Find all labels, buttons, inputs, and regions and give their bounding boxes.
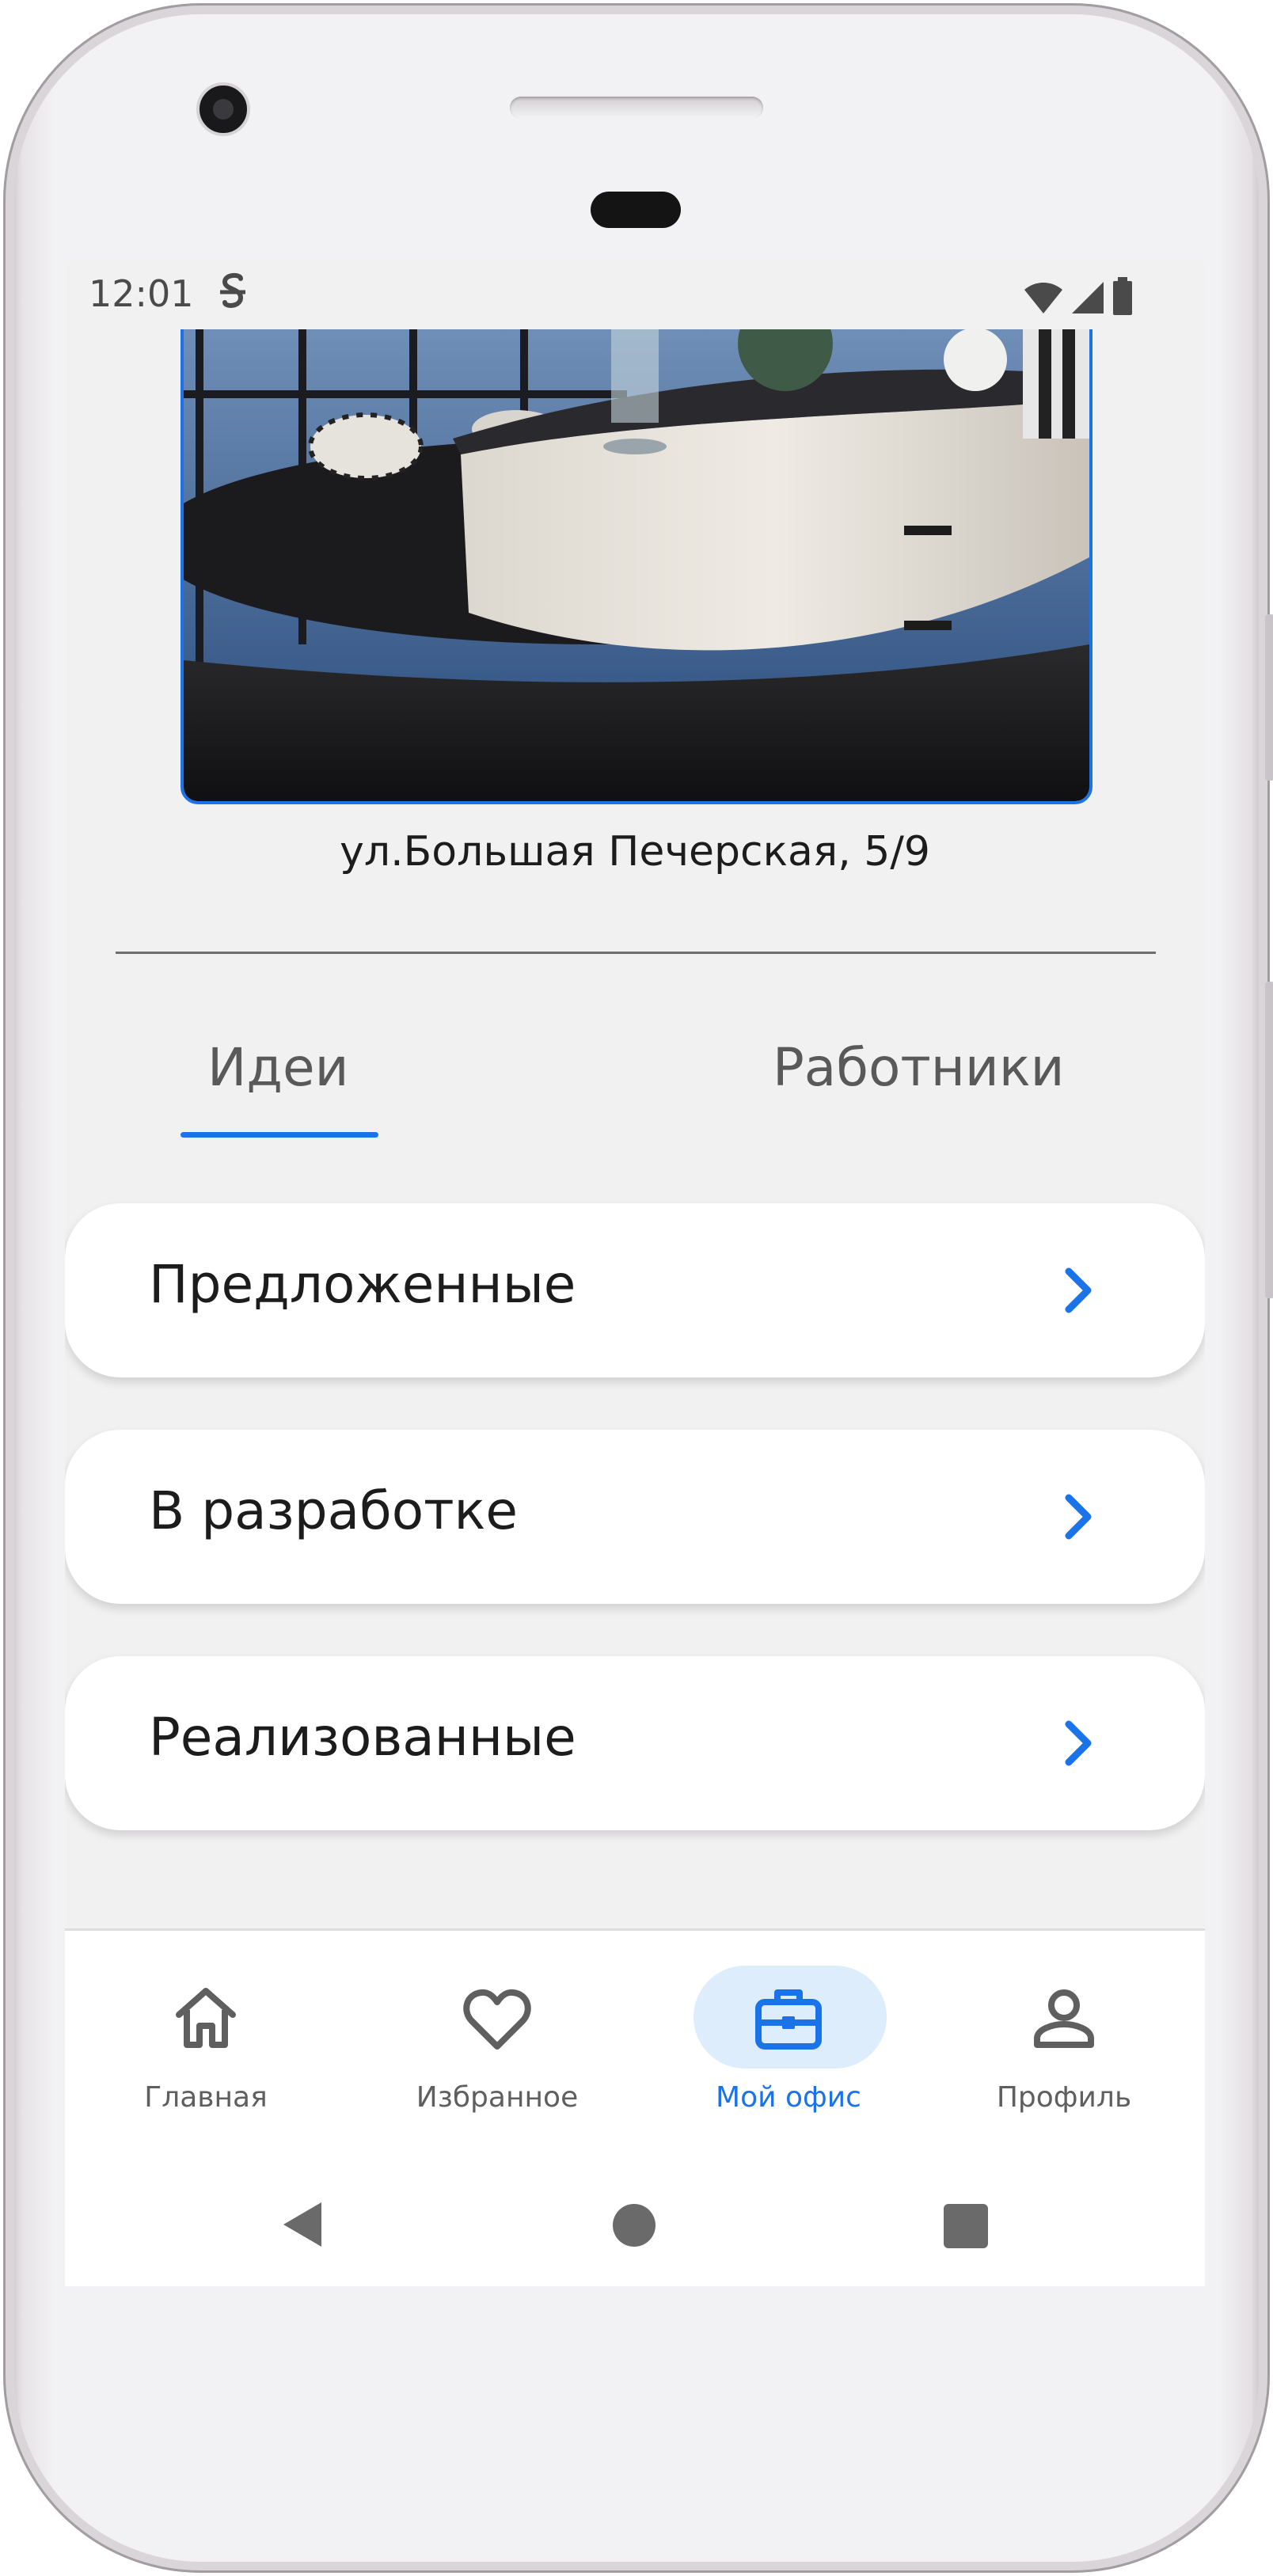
- idea-category-label: В разработке: [149, 1480, 519, 1541]
- nav-item-profile[interactable]: Профиль: [945, 1931, 1183, 2167]
- app-screen: 12:01 ул.Большая Печерская, 5/9 Идеи Раб…: [65, 261, 1205, 2286]
- briefcase-icon: [755, 1989, 822, 2050]
- battery-icon: [1113, 277, 1132, 315]
- office-photo: [180, 325, 1092, 804]
- chevron-right-icon: [1065, 1720, 1092, 1766]
- nav-label: Профиль: [996, 2081, 1132, 2114]
- chevron-right-icon: [1065, 1267, 1092, 1313]
- idea-category-label: Предложенные: [149, 1254, 576, 1315]
- status-time: 12:01: [89, 272, 194, 315]
- proximity-sensor: [591, 192, 681, 228]
- nav-label: Избранное: [416, 2081, 579, 2114]
- status-bar: 12:01: [65, 261, 1205, 329]
- nav-item-my-office[interactable]: Мой офис: [670, 1931, 907, 2167]
- person-icon: [1034, 1989, 1094, 2048]
- home-icon: [176, 1988, 236, 2048]
- section-divider: [116, 952, 1156, 954]
- power-button: [1265, 614, 1273, 781]
- nav-label: Мой офис: [716, 2081, 861, 2114]
- cellular-signal-icon: [1072, 282, 1104, 313]
- nav-item-home[interactable]: Главная: [87, 1931, 325, 2167]
- idea-category-proposed[interactable]: Предложенные: [65, 1203, 1205, 1377]
- heart-icon: [463, 1989, 531, 2050]
- earpiece-speaker: [510, 97, 763, 119]
- wifi-icon: [1024, 283, 1062, 313]
- selected-tab-indicator: [180, 1132, 378, 1138]
- phone-frame: 12:01 ул.Большая Печерская, 5/9 Идеи Раб…: [3, 3, 1273, 2573]
- nav-label: Главная: [144, 2081, 268, 2114]
- tab-ideas[interactable]: Идеи: [207, 1037, 349, 1098]
- tab-workers[interactable]: Работники: [773, 1037, 1065, 1098]
- idea-category-in-development[interactable]: В разработке: [65, 1430, 1205, 1604]
- back-icon[interactable]: [282, 2201, 325, 2248]
- nav-item-favorites[interactable]: Избранное: [378, 1931, 616, 2167]
- bottom-navigation: Главная Избранное Мой офис Профиль: [65, 1928, 1205, 2164]
- recent-apps-icon[interactable]: [944, 2204, 988, 2248]
- home-button-icon[interactable]: [613, 2204, 656, 2247]
- chevron-right-icon: [1065, 1494, 1092, 1540]
- system-navigation-bar: [65, 2164, 1205, 2286]
- volume-button: [1265, 982, 1273, 1298]
- sync-status-icon: [220, 272, 245, 308]
- office-address: ул.Большая Печерская, 5/9: [340, 828, 930, 876]
- idea-category-label: Реализованные: [149, 1707, 576, 1768]
- status-icons: [1023, 277, 1134, 315]
- idea-category-implemented[interactable]: Реализованные: [65, 1656, 1205, 1830]
- front-camera: [196, 82, 250, 136]
